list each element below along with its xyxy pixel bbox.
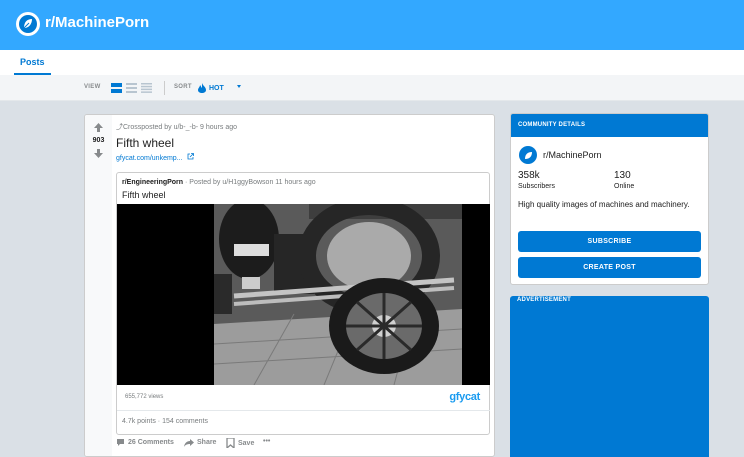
downvote-icon[interactable]	[94, 149, 103, 158]
crosspost-meta: ⤴Crossposted by u/b-_-b- 9 hours ago	[116, 122, 237, 132]
more-icon: •••	[263, 438, 271, 445]
tab-bar: Posts	[0, 50, 744, 75]
sort-dropdown[interactable]: HOT	[198, 81, 224, 95]
create-post-button[interactable]: CREATE POST	[518, 257, 701, 278]
community-details-card: COMMUNITY DETAILS r/MachinePorn 358k Sub…	[510, 113, 709, 285]
video-frame	[214, 204, 462, 385]
crosspost-text: Crossposted by u/b-_-b- 9 hours ago	[123, 124, 238, 131]
more-options-button[interactable]: •••	[263, 438, 270, 445]
post-link-text[interactable]: gfycat.com/unkemp...	[116, 155, 183, 162]
community-description: High quality images of machines and mach…	[518, 200, 690, 209]
subscribe-button[interactable]: SUBSCRIBE	[518, 231, 701, 252]
comments-label: 26 Comments	[128, 439, 174, 446]
view-sort-bar: VIEW SORT HOT	[0, 75, 744, 101]
view-label: VIEW	[84, 84, 101, 90]
card-header: COMMUNITY DETAILS	[511, 114, 708, 137]
external-link-icon[interactable]	[187, 153, 194, 160]
tab-posts[interactable]: Posts	[14, 50, 51, 75]
classic-view-icon[interactable]	[126, 83, 137, 93]
original-post-title[interactable]: Fifth wheel	[122, 190, 166, 200]
vote-score: 903	[92, 137, 105, 144]
subreddit-title[interactable]: r/MachinePorn	[45, 14, 149, 31]
sort-label: SORT	[174, 84, 192, 90]
share-icon	[184, 439, 194, 447]
original-author-meta: · Posted by u/H1ggyBowson 11 hours ago	[183, 179, 316, 186]
post-link[interactable]: gfycat.com/unkemp...	[116, 153, 194, 162]
leaf-icon[interactable]	[16, 12, 40, 36]
save-label: Save	[238, 439, 255, 447]
flame-icon	[198, 83, 206, 93]
original-post-stats[interactable]: 4.7k points · 154 comments	[122, 418, 208, 425]
chevron-down-icon[interactable]	[237, 85, 241, 88]
view-count: 655,772 views	[125, 394, 164, 400]
advertisement-label: ADVERTISEMENT	[517, 297, 571, 303]
comment-icon	[117, 439, 124, 446]
comments-button[interactable]: 26 Comments	[116, 438, 174, 447]
crosspost-embed[interactable]: r/EngineeringPorn · Posted by u/H1ggyBow…	[116, 172, 490, 435]
original-post-meta: r/EngineeringPorn · Posted by u/H1ggyBow…	[122, 179, 316, 186]
vehicle-image	[214, 204, 462, 385]
post-card[interactable]: 903 ⤴Crossposted by u/b-_-b- 9 hours ago…	[84, 114, 495, 457]
upvote-icon[interactable]	[94, 123, 103, 132]
vote-column: 903	[85, 115, 112, 456]
player-bar: 655,772 views gfycat	[117, 385, 490, 411]
video-player[interactable]	[117, 204, 490, 385]
sort-value: HOT	[209, 84, 224, 92]
share-button[interactable]: Share	[184, 438, 216, 447]
subreddit-banner: r/MachinePorn	[0, 0, 744, 50]
crosspost-icon: ⤴	[116, 124, 123, 131]
save-button[interactable]: Save	[226, 438, 254, 448]
card-view-icon[interactable]	[111, 83, 122, 93]
leaf-icon[interactable]	[519, 146, 537, 164]
subscribers-count: 358k	[518, 170, 540, 181]
community-name[interactable]: r/MachinePorn	[543, 150, 602, 160]
share-label: Share	[197, 439, 217, 446]
gfycat-logo[interactable]: gfycat	[449, 391, 480, 403]
online-label: Online	[614, 183, 635, 190]
bookmark-icon	[226, 438, 235, 448]
divider	[164, 81, 165, 95]
subscribers-label: Subscribers	[518, 183, 555, 190]
online-count: 130	[614, 170, 631, 181]
advertisement-panel[interactable]: ADVERTISEMENT	[510, 296, 709, 457]
original-subreddit[interactable]: r/EngineeringPorn	[122, 179, 183, 186]
post-title[interactable]: Fifth wheel	[116, 136, 174, 150]
compact-view-icon[interactable]	[141, 83, 152, 93]
